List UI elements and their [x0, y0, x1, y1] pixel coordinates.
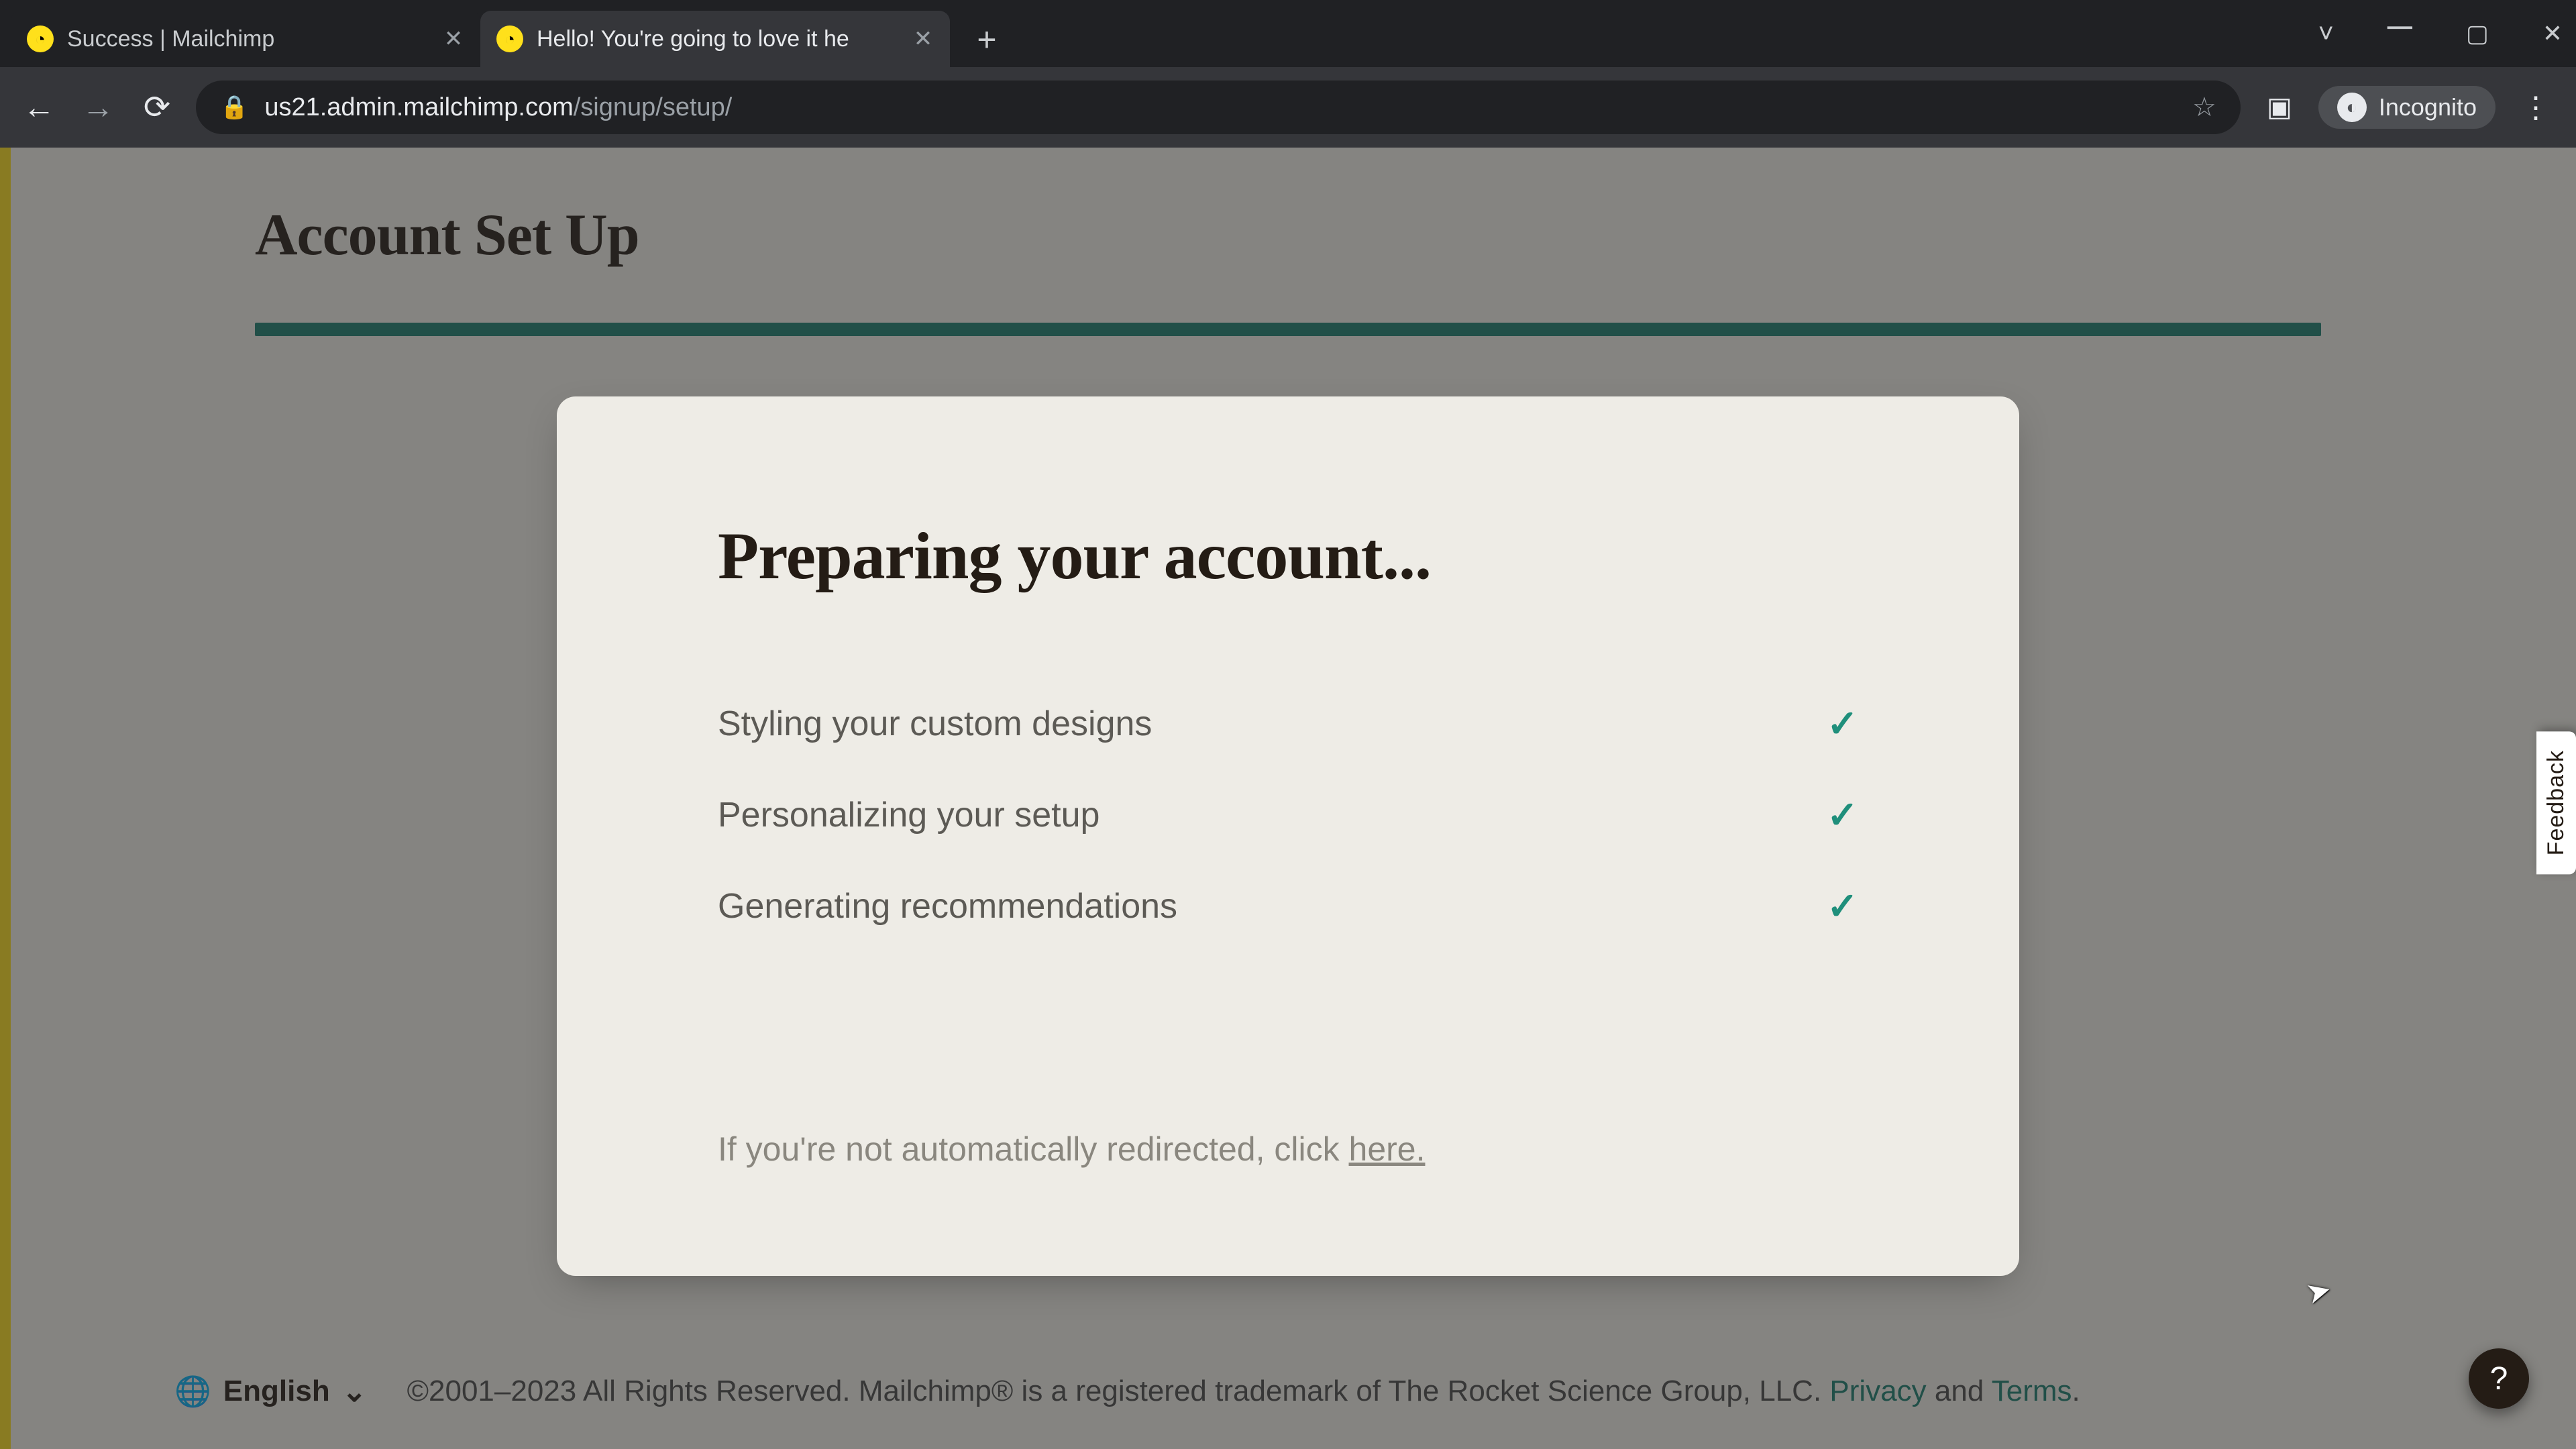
url-host: us21.admin.mailchimp.com	[264, 93, 573, 121]
copyright: ©2001–2023 All Rights Reserved. Mailchim…	[407, 1375, 1830, 1407]
feedback-tab[interactable]: Feedback	[2536, 731, 2576, 874]
bookmark-star-icon[interactable]: ☆	[2192, 92, 2216, 123]
browser-menu-button[interactable]: ⋮	[2514, 91, 2557, 125]
step-label: Styling your custom designs	[718, 704, 1152, 744]
back-button[interactable]: ←	[19, 87, 59, 127]
copyright-text: ©2001–2023 All Rights Reserved. Mailchim…	[407, 1375, 2080, 1408]
help-button[interactable]: ?	[2469, 1348, 2529, 1409]
close-tab-icon[interactable]: ✕	[443, 25, 464, 52]
redirect-link[interactable]: here.	[1349, 1130, 1426, 1168]
page-viewport: Account Set Up Preparing your account...…	[0, 148, 2576, 1449]
steps-list: Styling your custom designs ✓ Personaliz…	[718, 702, 1858, 928]
incognito-label: Incognito	[2379, 93, 2477, 121]
page: Account Set Up Preparing your account...…	[0, 148, 2576, 1449]
privacy-link[interactable]: Privacy	[1829, 1375, 1926, 1407]
address-bar[interactable]: 🔒 us21.admin.mailchimp.com/signup/setup/…	[196, 80, 2241, 134]
step-row: Generating recommendations ✓	[718, 884, 1858, 928]
close-tab-icon[interactable]: ✕	[912, 25, 934, 52]
footer: 🌐 English ⌄ ©2001–2023 All Rights Reserv…	[0, 1347, 2576, 1449]
tab-success[interactable]: ◔ Success | Mailchimp ✕	[11, 11, 480, 67]
mailchimp-favicon-icon: ◔	[27, 25, 54, 52]
mailchimp-favicon-icon: ◔	[496, 25, 523, 52]
progress-fill	[255, 323, 2321, 336]
step-label: Generating recommendations	[718, 886, 1177, 926]
side-panel-icon[interactable]: ▣	[2259, 87, 2300, 127]
check-icon: ✓	[1827, 884, 1858, 928]
page-title: Account Set Up	[255, 201, 2321, 269]
tab-title: Success | Mailchimp	[67, 26, 429, 52]
maximize-button[interactable]: ▢	[2466, 19, 2489, 48]
url-text: us21.admin.mailchimp.com/signup/setup/	[264, 93, 2176, 122]
language-label: English	[223, 1375, 330, 1408]
step-label: Personalizing your setup	[718, 795, 1099, 835]
reload-button[interactable]: ⟳	[137, 87, 177, 127]
tab-title: Hello! You're going to love it he	[537, 26, 899, 52]
incognito-icon: ◐	[2337, 93, 2367, 122]
period: .	[2072, 1375, 2080, 1407]
redirect-hint: If you're not automatically redirected, …	[718, 1130, 1858, 1169]
minimize-button[interactable]: ─	[2387, 7, 2412, 47]
check-icon: ✓	[1827, 702, 1858, 746]
browser-toolbar: ← → ⟳ 🔒 us21.admin.mailchimp.com/signup/…	[0, 67, 2576, 148]
check-icon: ✓	[1827, 793, 1858, 837]
language-selector[interactable]: 🌐 English ⌄	[174, 1374, 367, 1409]
close-window-button[interactable]: ✕	[2542, 19, 2563, 48]
redirect-prefix: If you're not automatically redirected, …	[718, 1130, 1349, 1168]
incognito-chip[interactable]: ◐ Incognito	[2318, 86, 2496, 129]
url-path: /signup/setup/	[574, 93, 733, 121]
preparing-card: Preparing your account... Styling your c…	[557, 396, 2019, 1276]
card-heading: Preparing your account...	[718, 517, 1858, 594]
new-tab-button[interactable]: +	[963, 16, 1010, 63]
lock-icon: 🔒	[220, 94, 248, 121]
globe-icon: 🌐	[174, 1374, 211, 1409]
and-text: and	[1927, 1375, 1992, 1407]
terms-link[interactable]: Terms	[1992, 1375, 2072, 1407]
forward-button[interactable]: →	[78, 87, 118, 127]
tab-strip: ◔ Success | Mailchimp ✕ ◔ Hello! You're …	[0, 0, 2576, 67]
step-row: Styling your custom designs ✓	[718, 702, 1858, 746]
browser-chrome: ◔ Success | Mailchimp ✕ ◔ Hello! You're …	[0, 0, 2576, 148]
window-controls: ˅ ─ ▢ ✕	[2318, 0, 2563, 67]
progress-bar	[255, 323, 2321, 336]
tab-search-icon[interactable]: ˅	[2318, 19, 2334, 49]
step-row: Personalizing your setup ✓	[718, 793, 1858, 837]
tab-hello[interactable]: ◔ Hello! You're going to love it he ✕	[480, 11, 950, 67]
chevron-down-icon: ⌄	[342, 1375, 367, 1409]
